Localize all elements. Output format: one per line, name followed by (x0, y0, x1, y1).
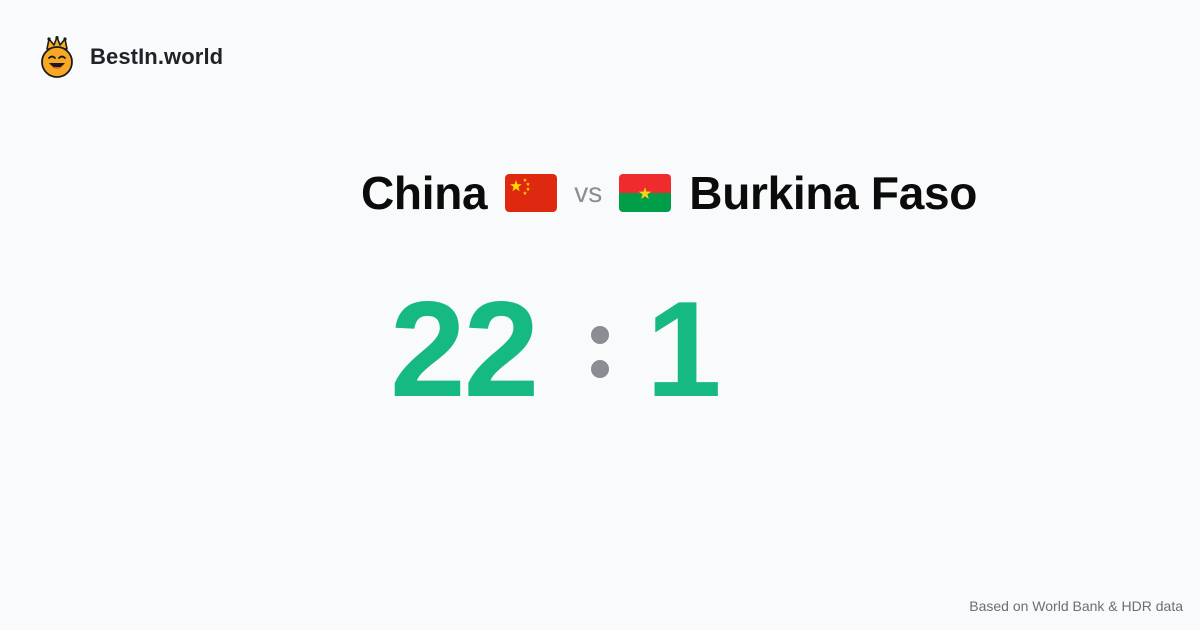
left-score: 22 (390, 273, 539, 425)
brand-header[interactable]: BestIn.world (38, 36, 223, 78)
right-score: 1 (646, 273, 722, 425)
left-country-name: China (361, 167, 488, 219)
colon-dot-top (591, 326, 609, 344)
flag-burkina-faso-icon (619, 174, 672, 212)
data-source-note: Based on World Bank & HDR data (969, 598, 1183, 614)
colon-dot-bottom (591, 360, 609, 378)
right-country-name: Burkina Faso (689, 167, 978, 219)
brand-name: BestIn.world (90, 44, 224, 69)
flag-china-icon (505, 174, 558, 212)
comparison-title: China vs Burkina Faso (361, 163, 977, 223)
vs-label: vs (574, 177, 603, 208)
crown-smiley-icon (41, 36, 73, 78)
